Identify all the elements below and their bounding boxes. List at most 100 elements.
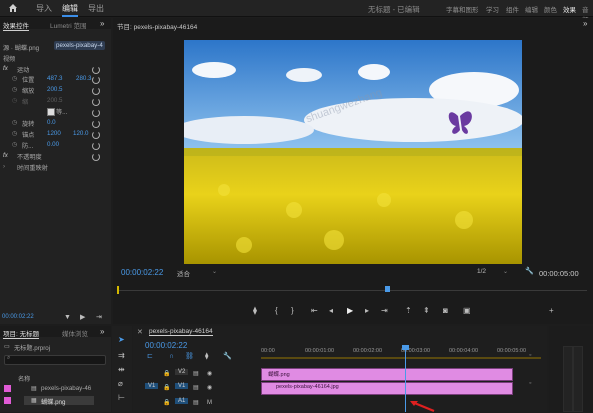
out-point-icon[interactable]: }: [291, 307, 294, 315]
reset-scale-icon[interactable]: [92, 87, 100, 95]
work-area-bar[interactable]: [261, 357, 541, 359]
track-select-tool-icon[interactable]: ⇉: [118, 352, 125, 360]
reset-opacity-icon[interactable]: [92, 153, 100, 161]
play-icon[interactable]: ▶: [347, 307, 353, 315]
reset-uniform-icon[interactable]: [92, 109, 100, 117]
rotation-value[interactable]: 0.0: [47, 119, 56, 126]
opacity-label[interactable]: 不透明度: [17, 152, 42, 161]
mute-icon[interactable]: M: [207, 399, 212, 407]
time-ruler[interactable]: 00:00 00:00:01:00 00:00:02:00 00:00:03:0…: [261, 344, 541, 360]
stopwatch-icon[interactable]: ◷: [12, 119, 17, 126]
eye-icon[interactable]: ◉: [207, 370, 212, 378]
close-sequence-icon[interactable]: ✕: [137, 328, 143, 336]
add-icon[interactable]: +: [549, 307, 554, 315]
workspace-editing[interactable]: 编辑: [525, 4, 538, 14]
filter-icon[interactable]: ▼: [64, 314, 71, 322]
time-remap-label[interactable]: 时间重映射: [17, 163, 48, 172]
ripple-edit-tool-icon[interactable]: ⇹: [118, 366, 125, 374]
scale-value[interactable]: 200.5: [47, 86, 62, 93]
source-patch-v1[interactable]: V1: [145, 383, 159, 389]
clip-v1[interactable]: pexels-pixabay-46164.jpg: [261, 382, 513, 395]
selection-tool-icon[interactable]: ➤: [118, 336, 125, 344]
slip-tool-icon[interactable]: ⊢: [118, 394, 125, 402]
workspace-learn[interactable]: 学习: [486, 4, 499, 14]
label-color-swatch[interactable]: [4, 397, 11, 404]
in-point-icon[interactable]: {: [275, 307, 278, 315]
position-x-value[interactable]: 487.3: [47, 75, 62, 82]
sync-lock-icon[interactable]: ▤: [193, 384, 199, 392]
antiflicker-value[interactable]: 0.00: [47, 141, 59, 148]
quality-dropdown-arrow-icon[interactable]: ⌄: [488, 268, 508, 275]
uniform-scale-checkbox[interactable]: [47, 108, 55, 116]
eye-icon[interactable]: ◉: [207, 384, 212, 392]
workspace-captions[interactable]: 字幕和图形: [446, 4, 479, 14]
program-monitor-title[interactable]: 节目: pexels-pixabay-46164: [117, 21, 197, 31]
stopwatch-icon[interactable]: ◷: [12, 75, 17, 82]
scroll-down-icon[interactable]: ◦: [529, 380, 531, 387]
reset-position-icon[interactable]: [92, 76, 100, 84]
nav-import[interactable]: 导入: [36, 3, 52, 14]
step-forward-icon[interactable]: ▸: [365, 307, 369, 315]
reset-scale-width-icon[interactable]: [92, 98, 100, 106]
panel-overflow-icon[interactable]: »: [583, 19, 587, 28]
export-frame-icon[interactable]: ◙: [443, 307, 448, 315]
program-timecode[interactable]: 00:00:02:22: [121, 268, 163, 277]
workspace-assembly[interactable]: 组件: [506, 4, 519, 14]
track-name[interactable]: V2: [175, 369, 189, 375]
sequence-tab[interactable]: pexels-pixabay-46164: [149, 328, 213, 336]
add-marker-icon[interactable]: ⧫: [205, 353, 208, 361]
video-frame[interactable]: shuangwezhang: [184, 40, 522, 264]
tab-effect-controls[interactable]: 效果控件: [3, 20, 29, 31]
timeline-timecode[interactable]: 00:00:02:22: [145, 341, 187, 350]
razor-tool-icon[interactable]: ⌀: [118, 380, 123, 388]
clip-v2[interactable]: 蝴蝶.png: [261, 368, 513, 381]
reset-anchor-icon[interactable]: [92, 131, 100, 139]
reset-antiflicker-icon[interactable]: [92, 142, 100, 150]
reset-rotation-icon[interactable]: [92, 120, 100, 128]
compare-icon[interactable]: ▣: [463, 307, 471, 315]
anchor-x-value[interactable]: 1200: [47, 130, 61, 137]
anchor-y-value[interactable]: 120.0: [73, 130, 88, 137]
linked-selection-icon[interactable]: ⛓: [185, 353, 194, 361]
timeline-settings-icon[interactable]: 🔧: [223, 353, 232, 361]
lock-icon[interactable]: 🔒: [163, 399, 170, 407]
scroll-up-icon[interactable]: ◦: [529, 352, 531, 359]
stopwatch-icon[interactable]: ◷: [12, 86, 17, 93]
lock-icon[interactable]: 🔒: [163, 370, 170, 378]
tab-media-browser[interactable]: 媒体浏览: [62, 328, 88, 338]
tab-lumetri-scopes[interactable]: Lumetri 范围: [50, 20, 86, 30]
marker-icon[interactable]: ⧫: [253, 307, 257, 315]
column-name-header[interactable]: 名称: [18, 374, 30, 383]
panel-overflow-icon[interactable]: »: [100, 19, 104, 28]
stopwatch-icon[interactable]: ◷: [12, 141, 17, 148]
motion-label[interactable]: 运动: [17, 65, 29, 74]
track-name[interactable]: A1: [175, 398, 189, 404]
fit-dropdown-arrow-icon[interactable]: ⌄: [187, 268, 217, 275]
tab-project[interactable]: 项目: 无标题: [3, 328, 40, 339]
step-back-icon[interactable]: ◂: [329, 307, 333, 315]
project-item-name[interactable]: pexels-pixabay-46: [41, 385, 91, 392]
nav-edit[interactable]: 编辑: [62, 3, 78, 17]
go-to-out-icon[interactable]: ⇥: [381, 307, 388, 315]
label-color-swatch[interactable]: [4, 385, 11, 392]
workspace-effects[interactable]: 效果: [563, 4, 576, 14]
wrench-icon[interactable]: 🔧: [525, 268, 534, 276]
effect-controls-timecode[interactable]: 00:00:02:22: [2, 314, 34, 320]
project-item-name[interactable]: 蝴蝶.png: [41, 397, 65, 406]
playhead-handle[interactable]: [402, 345, 409, 350]
project-search-input[interactable]: ⌕: [4, 355, 106, 365]
nest-icon[interactable]: ⊏: [147, 353, 153, 361]
stopwatch-icon[interactable]: ◷: [12, 130, 17, 137]
lift-icon[interactable]: ⇡: [405, 307, 412, 315]
export-icon[interactable]: ⇥: [96, 314, 102, 322]
expand-arrow-icon[interactable]: ›: [3, 163, 5, 170]
workspace-color[interactable]: 颜色: [544, 4, 557, 14]
home-icon[interactable]: [8, 3, 18, 13]
snap-icon[interactable]: ∩: [169, 353, 174, 361]
nav-export[interactable]: 导出: [88, 3, 104, 14]
sequence-clip-label[interactable]: pexels-pixabay-4: [54, 41, 105, 50]
scrubber-track[interactable]: [117, 290, 587, 291]
extract-icon[interactable]: ⇞: [423, 307, 430, 315]
lock-icon[interactable]: 🔒: [163, 384, 170, 392]
panel-overflow-icon[interactable]: »: [100, 327, 104, 336]
